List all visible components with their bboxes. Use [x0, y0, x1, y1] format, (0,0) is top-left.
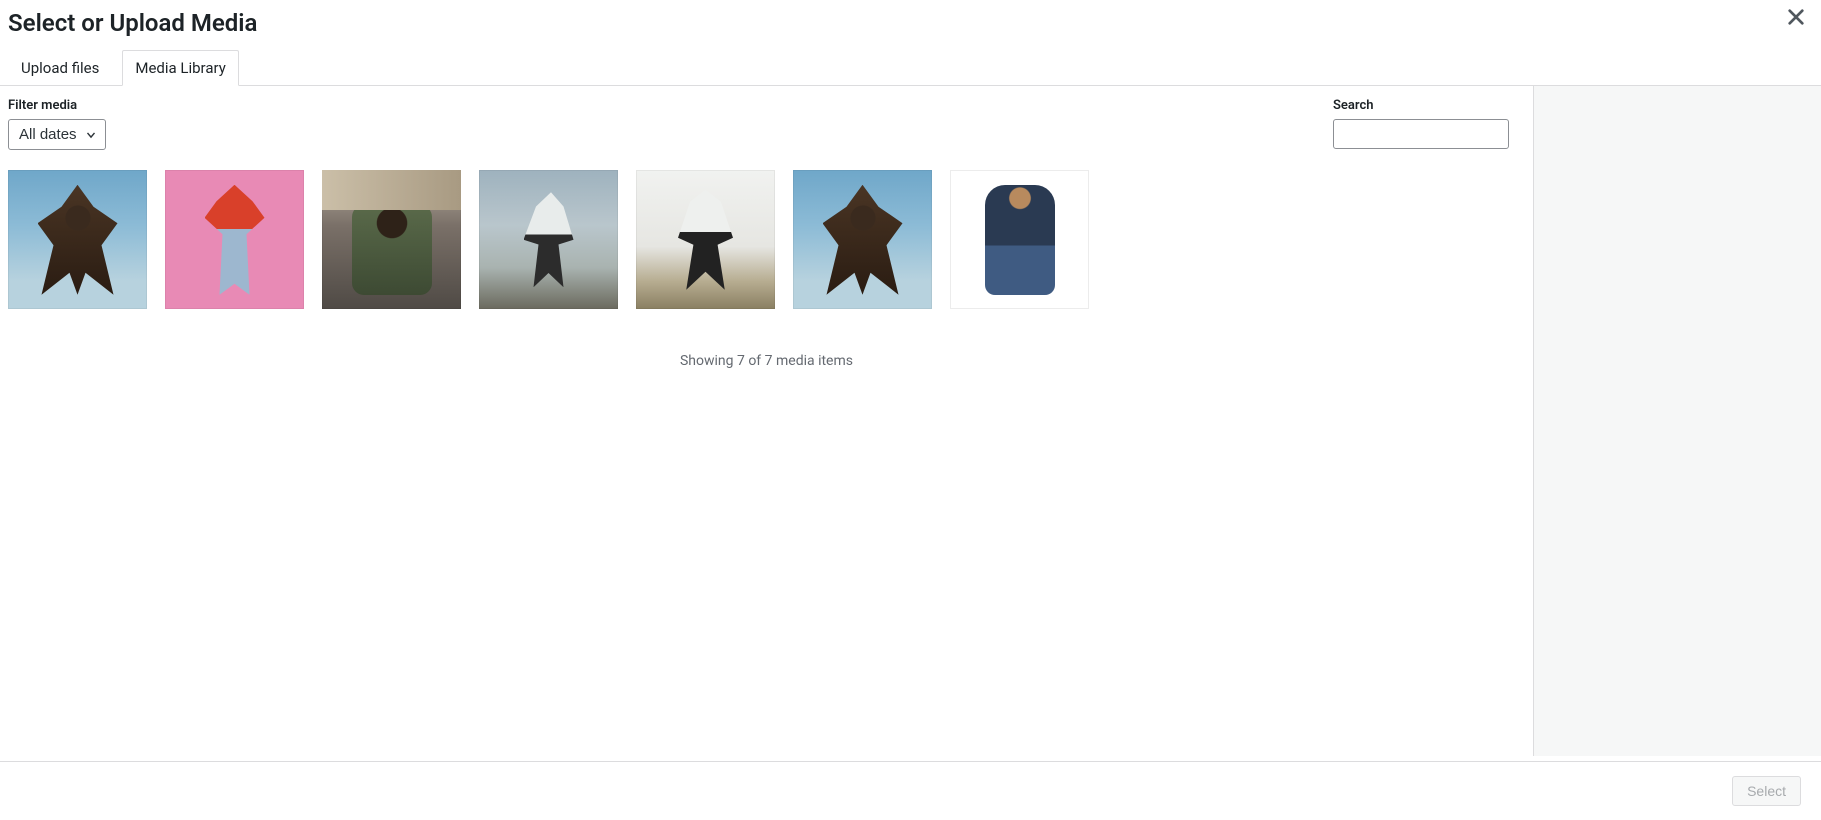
- filter-label: Filter media: [8, 98, 106, 113]
- media-thumb-1[interactable]: [8, 170, 147, 309]
- filter-block: Filter media All dates: [8, 98, 106, 150]
- close-icon: [1787, 11, 1805, 30]
- media-count-text: Showing 7 of 7 media items: [8, 353, 1525, 369]
- media-thumb-5[interactable]: [636, 170, 775, 309]
- attachment-details-sidebar: [1533, 86, 1821, 756]
- search-block: Search: [1333, 98, 1509, 149]
- select-button[interactable]: Select: [1732, 776, 1801, 806]
- media-grid: [8, 170, 1525, 309]
- modal-header: Select or Upload Media: [0, 0, 1821, 39]
- tab-upload-files[interactable]: Upload files: [8, 50, 112, 86]
- date-filter-select[interactable]: All dates: [8, 119, 106, 150]
- media-thumb-2[interactable]: [165, 170, 304, 309]
- tab-bar: Upload files Media Library: [0, 49, 1821, 86]
- search-label: Search: [1333, 98, 1509, 113]
- date-filter-wrap: All dates: [8, 119, 106, 150]
- media-thumb-3[interactable]: [322, 170, 461, 309]
- media-thumb-7[interactable]: [950, 170, 1089, 309]
- filters-row: Filter media All dates Search: [8, 98, 1525, 150]
- tab-media-library[interactable]: Media Library: [122, 50, 238, 86]
- close-button[interactable]: [1787, 8, 1805, 30]
- modal-footer: Select: [0, 761, 1821, 820]
- media-modal: Select or Upload Media Upload files Medi…: [0, 0, 1821, 820]
- search-input[interactable]: [1333, 119, 1509, 149]
- media-thumb-6[interactable]: [793, 170, 932, 309]
- modal-title: Select or Upload Media: [8, 8, 1813, 39]
- media-thumb-4[interactable]: [479, 170, 618, 309]
- modal-body: Filter media All dates Search: [0, 86, 1821, 756]
- content-area: Filter media All dates Search: [0, 86, 1533, 756]
